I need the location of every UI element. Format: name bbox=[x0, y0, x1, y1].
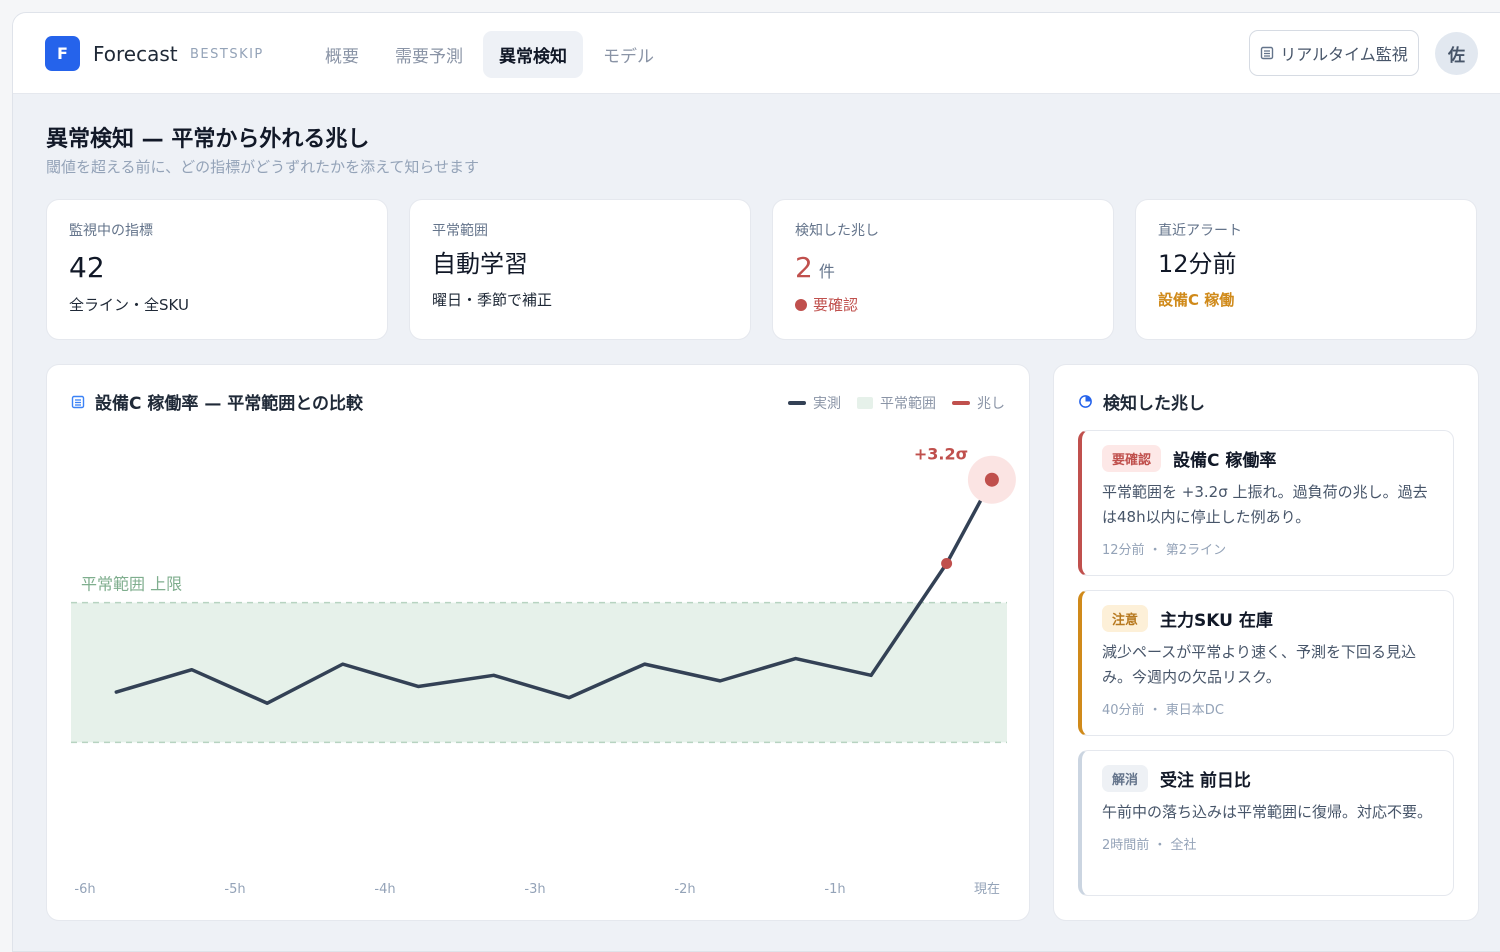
kpi-note-row: 要確認 bbox=[795, 294, 1091, 315]
legend-label: 実測 bbox=[813, 396, 841, 412]
kpi-note: 設備C 稼働 bbox=[1158, 290, 1235, 309]
signal-item[interactable]: 解消 受注 前日比午前中の落ち込みは平常範囲に復帰。対応不要。 2時間前 ・ 全社 bbox=[1078, 750, 1454, 896]
x-tick-label: 現在 bbox=[974, 882, 1000, 897]
signal-item[interactable]: 注意 主力SKU 在庫減少ペースが平常より速く、予測を下回る見込み。今週内の欠品リ… bbox=[1078, 590, 1454, 736]
list-icon bbox=[1261, 46, 1274, 60]
legend-signal[interactable]: 兆し bbox=[952, 393, 1005, 413]
kpi-label: 直近アラート bbox=[1158, 223, 1242, 239]
chart-title: 設備C 稼働率 — 平常範囲との比較 bbox=[71, 389, 363, 414]
kpi-monitored-metrics: 監視中の指標 42 全ライン・全SKU bbox=[46, 199, 388, 340]
page-subtitle: 閾値を超える前に、どの指標がどうずれたかを添えて知らせます bbox=[46, 158, 480, 176]
user-avatar[interactable]: 佐 bbox=[1435, 32, 1478, 75]
signal-header: 要確認 設備C 稼働率 bbox=[1102, 445, 1433, 472]
signal-meta: 2時間前 ・ 全社 bbox=[1102, 838, 1197, 853]
signal-item[interactable]: 要確認 設備C 稼働率平常範囲を +3.2σ 上振れ。過負荷の兆し。過去は48h以… bbox=[1078, 430, 1454, 576]
app-logo: F bbox=[45, 36, 80, 71]
tab-anomaly-detection[interactable]: 異常検知 bbox=[483, 31, 583, 78]
realtime-monitor-label: リアルタイム監視 bbox=[1280, 45, 1408, 64]
signals-title-text: 検知した兆し bbox=[1103, 394, 1205, 414]
x-tick-label: -4h bbox=[374, 882, 395, 897]
page-title: 異常検知 — 平常から外れる兆し bbox=[46, 127, 370, 152]
x-tick-label: -1h bbox=[824, 882, 845, 897]
tab-model[interactable]: モデル bbox=[587, 31, 670, 78]
signal-meta: 12分前 ・ 第2ライン bbox=[1102, 543, 1227, 558]
utilization-chart-card: 平常範囲 上限 +3.2σ -6h -5h -4h -3h -2h -1h 現在 設備C 稼働率… bbox=[46, 364, 1030, 921]
legend-swatch bbox=[952, 401, 970, 405]
alert-dot-icon bbox=[795, 299, 807, 312]
kpi-value: 2 bbox=[795, 251, 813, 284]
signal-description: 午前中の落ち込みは平常範囲に復帰。対応不要。 bbox=[1102, 803, 1433, 821]
chart-legend: 実測 平常範囲 兆し bbox=[788, 393, 1005, 413]
signal-header: 注意 主力SKU 在庫 bbox=[1102, 605, 1433, 632]
peak-annotation: +3.2σ bbox=[914, 445, 968, 464]
detected-signals-card: 検知した兆し 要確認 設備C 稼働率平常範囲を +3.2σ 上振れ。過負荷の兆し。… bbox=[1053, 364, 1479, 921]
signal-title: 受注 前日比 bbox=[1160, 771, 1251, 791]
kpi-value-row: 2件 bbox=[795, 251, 1091, 284]
kpi-label: 検知した兆し bbox=[795, 223, 879, 239]
tab-overview[interactable]: 概要 bbox=[309, 31, 375, 78]
legend-swatch bbox=[857, 397, 873, 409]
signal-meta: 40分前 ・ 東日本DC bbox=[1102, 703, 1224, 718]
signal-badge: 注意 bbox=[1102, 605, 1149, 632]
kpi-unit: 件 bbox=[818, 262, 835, 281]
brand-subtitle: BESTSKIP bbox=[190, 47, 264, 62]
legend-swatch bbox=[788, 401, 806, 405]
x-tick-label: -2h bbox=[674, 882, 695, 897]
kpi-note: 曜日・季節で補正 bbox=[432, 290, 553, 309]
signal-description: 平常範囲を +3.2σ 上振れ。過負荷の兆し。過去は48h以内に停止した例あり。 bbox=[1102, 483, 1428, 526]
brand-name: Forecast bbox=[93, 42, 178, 66]
x-tick-label: -6h bbox=[74, 882, 95, 897]
kpi-detected-signals: 検知した兆し 2件 要確認 bbox=[772, 199, 1114, 340]
chart-title-text: 設備C 稼働率 — 平常範囲との比較 bbox=[95, 394, 364, 414]
signal-point bbox=[941, 558, 953, 570]
normal-range-label: 平常範囲 上限 bbox=[81, 575, 182, 594]
kpi-value: 42 bbox=[69, 251, 105, 284]
kpi-note: 要確認 bbox=[813, 296, 859, 315]
signal-header: 解消 受注 前日比 bbox=[1102, 765, 1433, 792]
top-bar: F Forecast BESTSKIP 概要 需要予測 異常検知 モデル リアル… bbox=[13, 13, 1500, 94]
signal-badge: 要確認 bbox=[1102, 445, 1162, 472]
main-nav: 概要 需要予測 異常検知 モデル bbox=[309, 31, 670, 78]
kpi-label: 平常範囲 bbox=[432, 223, 488, 239]
signal-title: 主力SKU 在庫 bbox=[1160, 611, 1273, 631]
legend-label: 平常範囲 bbox=[880, 396, 936, 412]
kpi-label: 監視中の指標 bbox=[69, 223, 153, 239]
realtime-monitor-button[interactable]: リアルタイム監視 bbox=[1249, 30, 1419, 76]
app-window: F Forecast BESTSKIP 概要 需要予測 異常検知 モデル リアル… bbox=[12, 12, 1500, 952]
signal-description: 減少ペースが平常より速く、予測を下回る見込み。今週内の欠品リスク。 bbox=[1102, 643, 1416, 686]
signal-title: 設備C 稼働率 bbox=[1173, 451, 1277, 471]
signals-title: 検知した兆し bbox=[1078, 389, 1205, 414]
signal-point bbox=[984, 472, 999, 487]
x-tick-label: -3h bbox=[524, 882, 545, 897]
legend-label: 兆し bbox=[977, 396, 1005, 412]
kpi-value: 12分前 bbox=[1158, 250, 1237, 278]
utilization-chart: 平常範囲 上限 +3.2σ -6h -5h -4h -3h -2h -1h 現在 bbox=[71, 445, 1016, 897]
kpi-note: 全ライン・全SKU bbox=[69, 296, 189, 315]
x-tick-label: -5h bbox=[224, 882, 245, 897]
kpi-latest-alert: 直近アラート 12分前 設備C 稼働 bbox=[1135, 199, 1477, 340]
tab-demand-forecast[interactable]: 需要予測 bbox=[379, 31, 479, 78]
legend-actual[interactable]: 実測 bbox=[788, 393, 841, 413]
legend-normal[interactable]: 平常範囲 bbox=[857, 393, 936, 413]
kpi-normal-range: 平常範囲 自動学習 曜日・季節で補正 bbox=[409, 199, 751, 340]
signal-badge: 解消 bbox=[1102, 765, 1149, 792]
pie-icon bbox=[1079, 395, 1092, 408]
list-icon bbox=[71, 395, 85, 408]
kpi-value: 自動学習 bbox=[432, 250, 528, 278]
